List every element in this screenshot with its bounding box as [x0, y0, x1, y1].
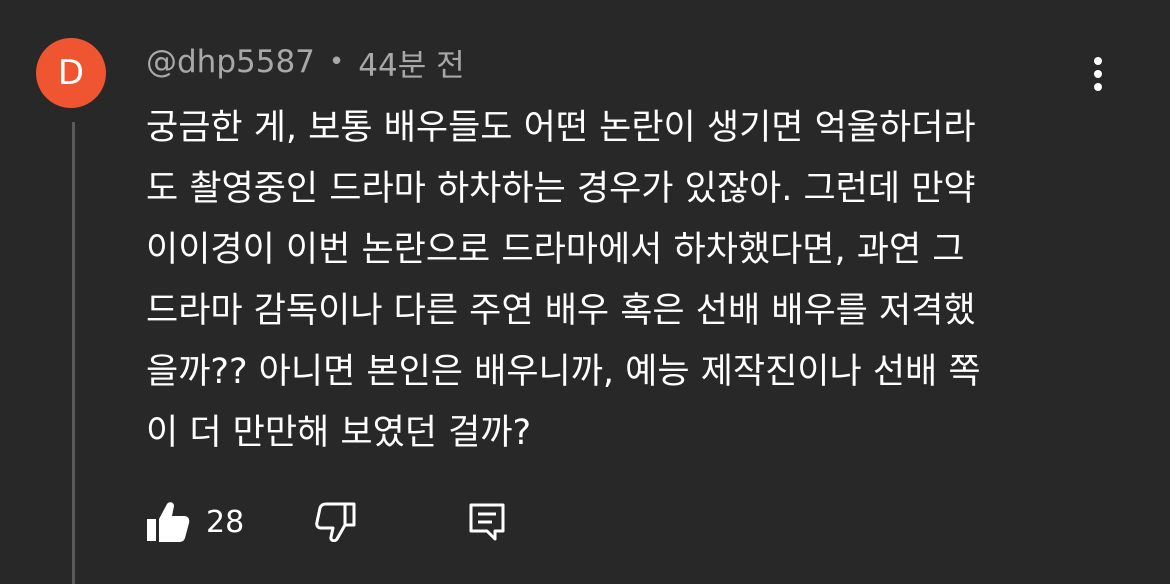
- meta-separator: •: [328, 47, 345, 77]
- comment-text: 궁금한 게, 보통 배우들도 어떤 논란이 생기면 억울하더라 도 촬영중인 드…: [146, 98, 1086, 464]
- comment-text-line: 이이경이 이번 논란으로 드라마에서 하차했다면, 과연 그: [146, 230, 965, 270]
- dislike-button[interactable]: [314, 502, 356, 542]
- comment-text-line: 궁금한 게, 보통 배우들도 어떤 논란이 생기면 억울하더라: [146, 108, 976, 148]
- comment-text-line: 드라마 감독이나 다른 주연 배우 혹은 선배 배우를 저격했: [146, 291, 976, 331]
- thread-line: [72, 122, 75, 584]
- author-handle[interactable]: @dhp5587: [146, 44, 315, 80]
- more-vert-icon: [1094, 57, 1102, 91]
- reply-button[interactable]: [468, 502, 506, 542]
- comment-text-line: 이 더 만만해 보였던 걸까?: [146, 413, 532, 453]
- thumbs-down-icon: [315, 502, 356, 542]
- comment-meta: @dhp5587 • 44분 전: [146, 40, 465, 84]
- more-options-button[interactable]: [1078, 52, 1118, 96]
- like-count: 28: [206, 504, 245, 540]
- avatar-letter: D: [57, 53, 85, 93]
- comment-actions: 28: [146, 494, 506, 550]
- like-button[interactable]: 28: [146, 501, 244, 543]
- reply-icon: [469, 503, 505, 541]
- timestamp[interactable]: 44분 전: [358, 40, 464, 85]
- thumbs-up-icon: [147, 502, 190, 542]
- comment-text-line: 도 촬영중인 드라마 하차하는 경우가 있잖아. 그런데 만약: [146, 169, 976, 209]
- comment-text-line: 을까?? 아니면 본인은 배우니까, 예능 제작진이나 선배 쪽: [146, 352, 981, 392]
- avatar[interactable]: D: [36, 38, 106, 108]
